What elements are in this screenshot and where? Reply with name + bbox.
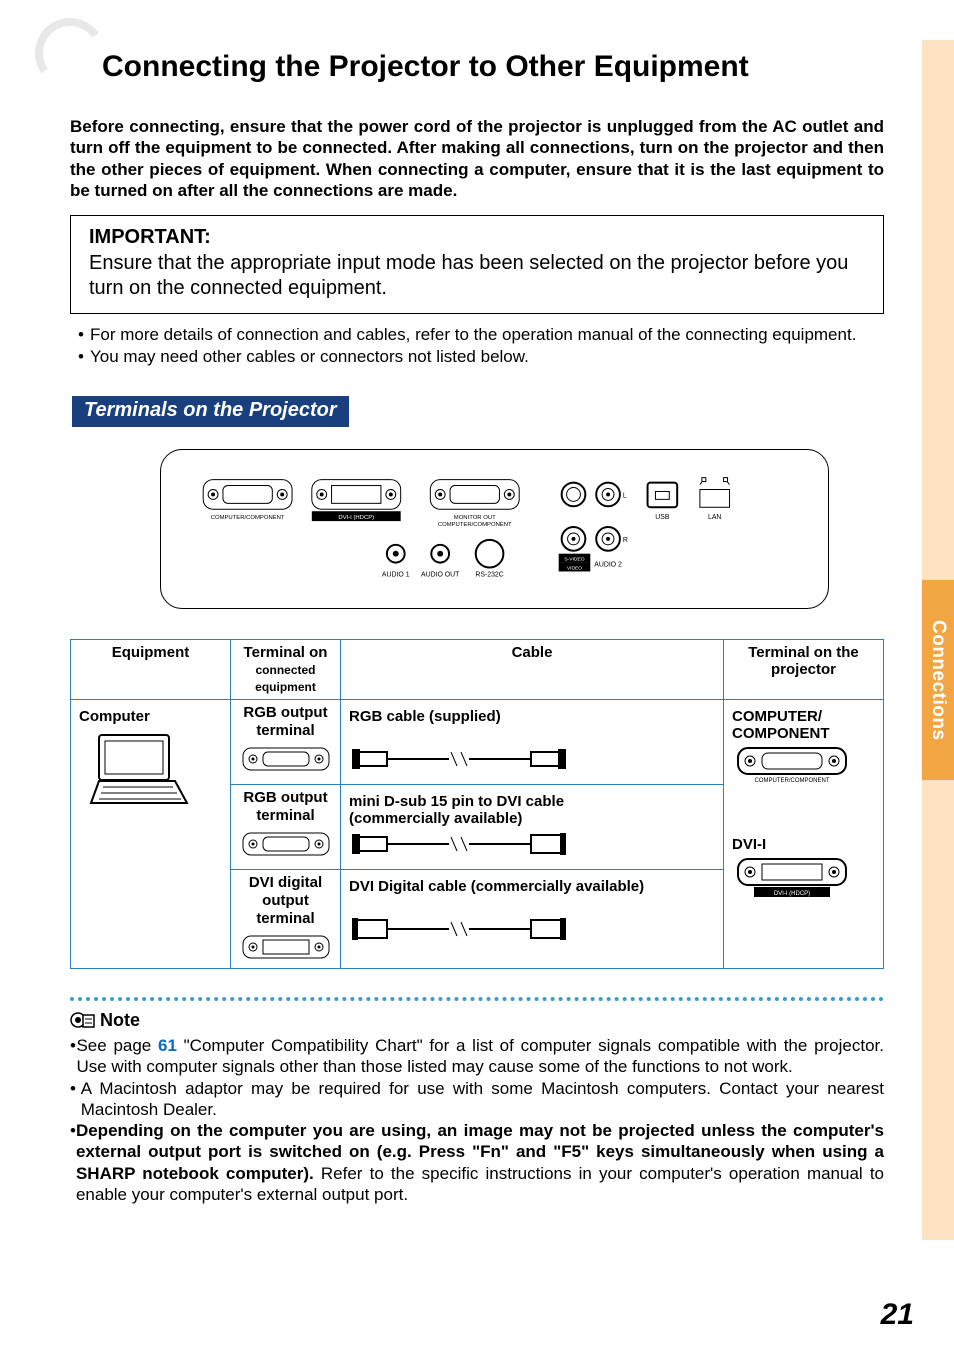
important-body: Ensure that the appropriate input mode h…: [89, 251, 865, 301]
important-callout: IMPORTANT: Ensure that the appropriate i…: [70, 215, 884, 314]
page-number: 21: [881, 1298, 914, 1332]
cell-rgb-terminal-2: RGB output terminal: [231, 785, 341, 870]
th-terminal-on-projector: Terminal on theprojector: [724, 640, 884, 700]
terminals-diagram: COMPUTER/COMPONENT DVI-I (HDCP) MONITOR …: [160, 449, 829, 609]
important-heading: IMPORTANT:: [89, 226, 865, 249]
th-cable: Cable: [341, 640, 724, 700]
svg-text:S-VIDEO: S-VIDEO: [564, 557, 584, 563]
note-heading: Note: [100, 1010, 140, 1031]
section-tab-label: Connections: [927, 620, 949, 741]
dvi-cable-icon: [349, 912, 569, 946]
svg-text:COMPUTER/COMPONENT: COMPUTER/COMPONENT: [211, 515, 285, 521]
section-heading: Terminals on the Projector: [72, 396, 349, 427]
decorative-corner-icon: [35, 18, 105, 88]
svg-text:VIDEO: VIDEO: [567, 566, 582, 572]
svg-text:LAN: LAN: [708, 514, 721, 521]
note-item: See page 61 "Computer Compatibility Char…: [76, 1035, 884, 1078]
cell-rgb-cable: RGB cable (supplied): [341, 700, 724, 785]
laptop-icon: [79, 725, 199, 815]
note-item: A Macintosh adaptor may be required for …: [81, 1078, 884, 1121]
dsub-dvi-cable-icon: [349, 827, 569, 861]
svg-text:COMPUTER/COMPONENT: COMPUTER/COMPONENT: [755, 778, 830, 782]
cell-dvi-terminal: DVI digital output terminal: [231, 870, 341, 969]
svg-text:DVI-I (HDCP): DVI-I (HDCP): [338, 515, 374, 521]
svg-text:DVI-I (HDCP): DVI-I (HDCP): [774, 891, 810, 897]
svg-text:AUDIO 1: AUDIO 1: [382, 572, 410, 579]
cell-dvi-cable: DVI Digital cable (commercially availabl…: [341, 870, 724, 969]
cell-rgb-terminal-1: RGB output terminal: [231, 700, 341, 785]
cell-dsub-dvi-cable: mini D-sub 15 pin to DVI cable (commerci…: [341, 785, 724, 870]
vga-port-icon: [241, 831, 331, 857]
svg-text:R: R: [623, 537, 628, 544]
intro-paragraph: Before connecting, ensure that the power…: [70, 116, 884, 201]
note-section: Note •See page 61 "Computer Compatibilit…: [70, 997, 884, 1205]
rgb-cable-icon: [349, 742, 569, 776]
cell-projector-terminals: COMPUTER/ COMPONENT COMPUTER/COMPONENT D…: [724, 700, 884, 969]
bullet-item: You may need other cables or connectors …: [90, 346, 529, 368]
page-title: Connecting the Projector to Other Equipm…: [102, 50, 884, 84]
svg-text:USB: USB: [655, 514, 670, 521]
svg-text:MONITOR OUT: MONITOR OUT: [454, 515, 496, 521]
dvi-port-icon: [241, 934, 331, 960]
svg-text:COMPUTER/COMPONENT: COMPUTER/COMPONENT: [438, 522, 512, 528]
bullet-list: •For more details of connection and cabl…: [70, 324, 884, 368]
vga-port-icon: COMPUTER/COMPONENT: [732, 742, 852, 782]
th-terminal-on-equipment: Terminal onconnected equipment: [231, 640, 341, 700]
cell-equipment: Computer: [71, 700, 231, 969]
section-tab: Connections: [922, 580, 954, 780]
connection-table: Equipment Terminal onconnected equipment…: [70, 639, 884, 969]
svg-text:L: L: [623, 493, 627, 500]
dvi-port-icon: DVI-I (HDCP): [732, 853, 852, 897]
bullet-item: For more details of connection and cable…: [90, 324, 856, 346]
note-icon: [70, 1009, 96, 1031]
th-equipment: Equipment: [71, 640, 231, 700]
svg-text:RS-232C: RS-232C: [475, 572, 503, 579]
svg-text:AUDIO 2: AUDIO 2: [594, 562, 622, 569]
note-item: Depending on the computer you are using,…: [76, 1120, 884, 1205]
terminals-svg: COMPUTER/COMPONENT DVI-I (HDCP) MONITOR …: [161, 450, 828, 608]
svg-text:AUDIO OUT: AUDIO OUT: [421, 572, 460, 579]
vga-port-icon: [241, 746, 331, 772]
